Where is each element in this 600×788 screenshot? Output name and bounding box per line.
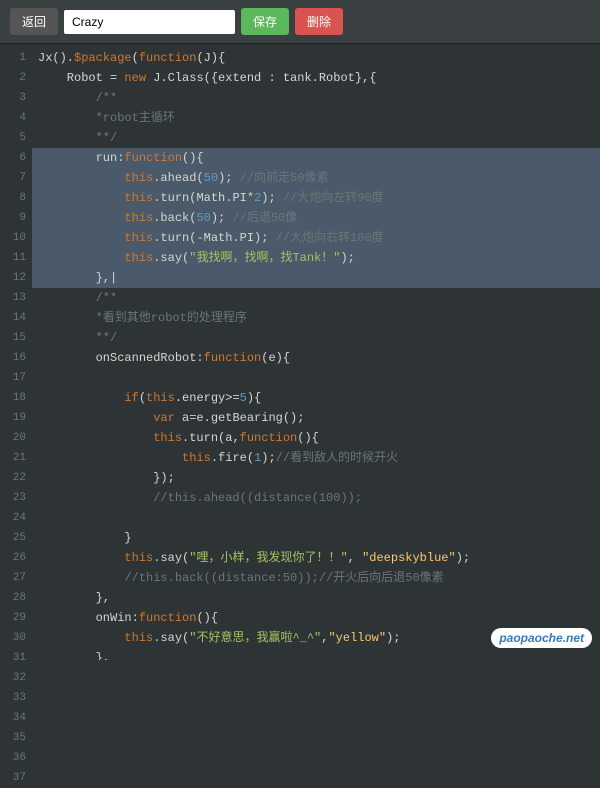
line-number: 24	[0, 508, 26, 528]
line-number: 32	[0, 668, 26, 688]
code-line[interactable]: onScannedRobot:function(e){	[38, 348, 594, 368]
line-number: 23	[0, 488, 26, 508]
line-number: 25	[0, 528, 26, 548]
line-number: 15	[0, 328, 26, 348]
line-number: 17	[0, 368, 26, 388]
code-line[interactable]: this.say("我找啊，找啊，找Tank！");	[32, 248, 600, 268]
code-line[interactable]: },	[38, 588, 594, 608]
line-number: 19	[0, 408, 26, 428]
code-line[interactable]: run:function(){	[32, 148, 600, 168]
line-number: 36	[0, 748, 26, 768]
line-number: 16	[0, 348, 26, 368]
code-line[interactable]: });	[38, 468, 594, 488]
code-line[interactable]: /**	[38, 88, 594, 108]
code-line[interactable]: Robot = new J.Class({extend : tank.Robot…	[38, 68, 594, 88]
line-number: 10	[0, 228, 26, 248]
line-number: 37	[0, 768, 26, 788]
code-line[interactable]: if(this.energy>=5){	[38, 388, 594, 408]
back-button[interactable]: 返回	[10, 8, 58, 35]
code-line[interactable]: /**	[38, 288, 594, 308]
code-line[interactable]: this.ahead(50); //向前走50像素	[32, 168, 600, 188]
line-number: 21	[0, 448, 26, 468]
line-number: 4	[0, 108, 26, 128]
line-number: 12	[0, 268, 26, 288]
code-line[interactable]: this.turn(Math.PI*2); //大炮向左转90度	[32, 188, 600, 208]
code-line[interactable]: var a=e.getBearing();	[38, 408, 594, 428]
line-number: 22	[0, 468, 26, 488]
line-number: 33	[0, 688, 26, 708]
code-line[interactable]	[38, 368, 594, 388]
line-number: 7	[0, 168, 26, 188]
line-gutter: 1234567891011121314151617181920212223242…	[0, 44, 32, 660]
code-line[interactable]: this.turn(a,function(){	[38, 428, 594, 448]
code-line[interactable]: onWin:function(){	[38, 608, 594, 628]
code-line[interactable]: //this.ahead((distance(100));	[38, 488, 594, 508]
code-line[interactable]: //this.back((distance:50));//开火后向后退50像素	[38, 568, 594, 588]
line-number: 18	[0, 388, 26, 408]
line-number: 34	[0, 708, 26, 728]
code-line[interactable]: this.back(50); //后退50像	[32, 208, 600, 228]
code-line[interactable]: this.say("哩，小样，我发现你了！！", "deepskyblue");	[38, 548, 594, 568]
code-line[interactable]: *robot主循环	[38, 108, 594, 128]
code-area[interactable]: Jx().$package(function(J){ Robot = new J…	[32, 44, 600, 660]
delete-button[interactable]: 删除	[295, 8, 343, 35]
code-line[interactable]	[38, 508, 594, 528]
line-number: 31	[0, 648, 26, 668]
line-number: 14	[0, 308, 26, 328]
robot-name-input[interactable]	[64, 10, 235, 34]
line-number: 26	[0, 548, 26, 568]
line-number: 3	[0, 88, 26, 108]
line-number: 2	[0, 68, 26, 88]
line-number: 9	[0, 208, 26, 228]
code-line[interactable]: }	[38, 528, 594, 548]
code-line[interactable]: **/	[38, 328, 594, 348]
code-line[interactable]: **/	[38, 128, 594, 148]
line-number: 27	[0, 568, 26, 588]
code-line[interactable]: },	[38, 648, 594, 660]
line-number: 1	[0, 48, 26, 68]
code-line[interactable]: this.fire(1);//看到敌人的时候开火	[38, 448, 594, 468]
line-number: 8	[0, 188, 26, 208]
line-number: 6	[0, 148, 26, 168]
line-number: 11	[0, 248, 26, 268]
line-number: 28	[0, 588, 26, 608]
code-line[interactable]: *看到其他robot的处理程序	[38, 308, 594, 328]
code-line[interactable]: Jx().$package(function(J){	[38, 48, 594, 68]
line-number: 29	[0, 608, 26, 628]
code-line[interactable]: this.turn(-Math.PI); //大炮向右转180度	[32, 228, 600, 248]
line-number: 30	[0, 628, 26, 648]
code-editor[interactable]: 1234567891011121314151617181920212223242…	[0, 44, 600, 660]
line-number: 5	[0, 128, 26, 148]
line-number: 35	[0, 728, 26, 748]
code-line[interactable]: },|	[32, 268, 600, 288]
watermark: paopaoche.net	[491, 628, 592, 648]
toolbar: 返回 保存 删除	[0, 0, 600, 44]
save-button[interactable]: 保存	[241, 8, 289, 35]
line-number: 13	[0, 288, 26, 308]
line-number: 20	[0, 428, 26, 448]
